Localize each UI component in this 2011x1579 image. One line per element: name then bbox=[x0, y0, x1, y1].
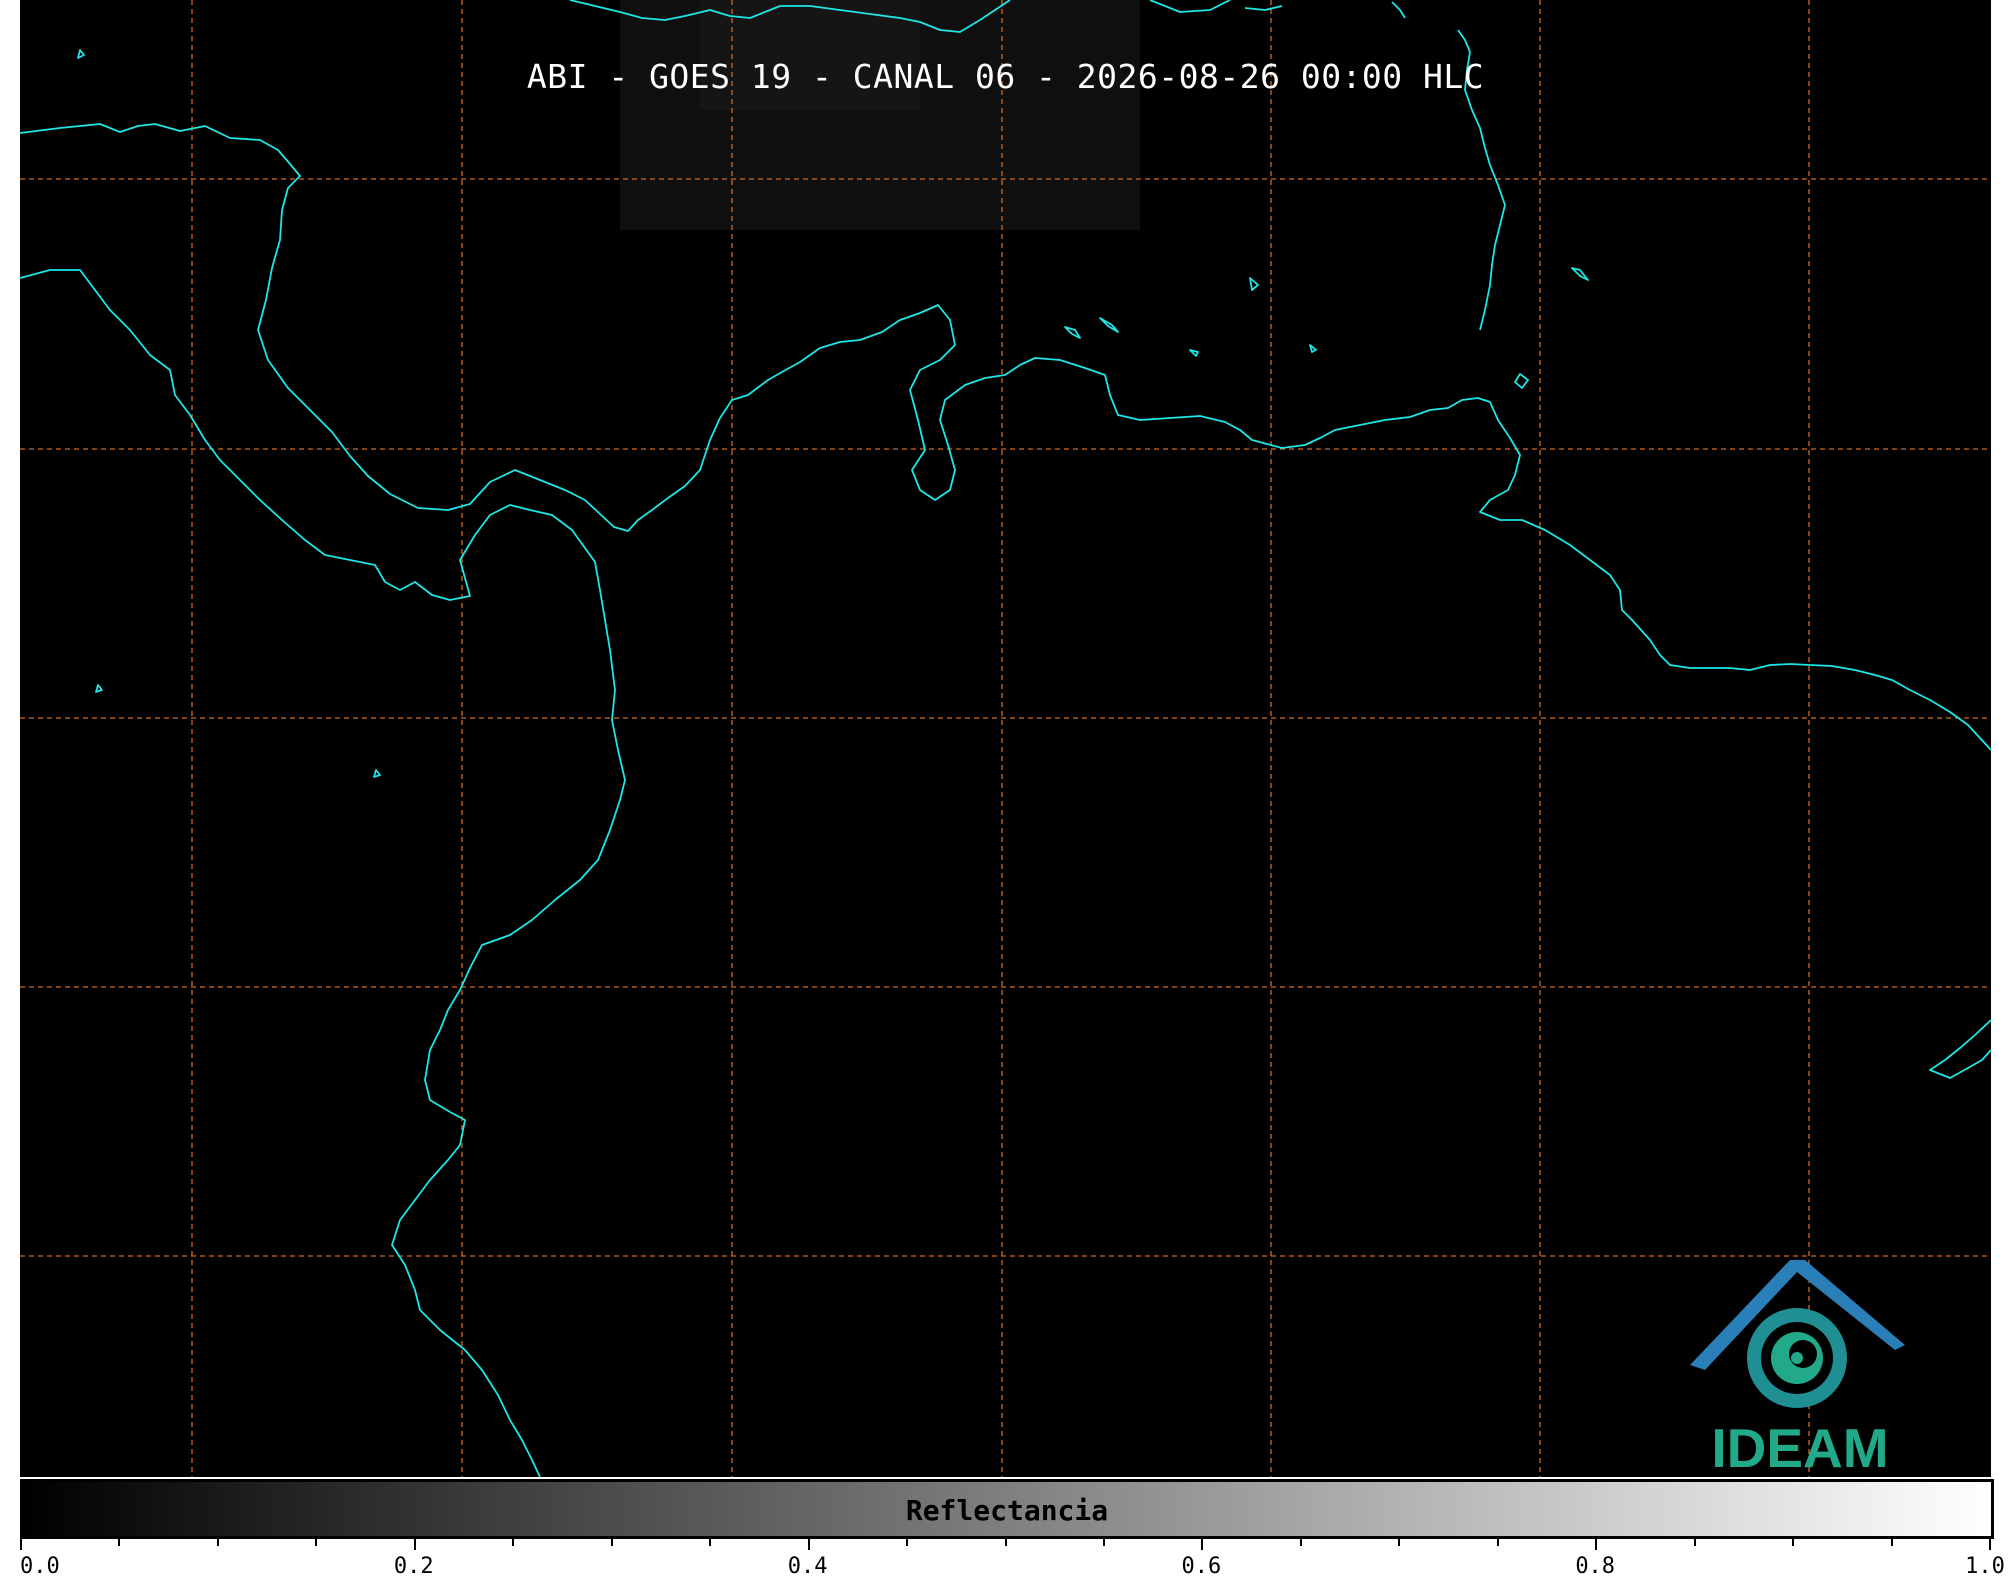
coastline-island bbox=[1099, 317, 1119, 333]
coastline-island bbox=[1189, 349, 1199, 357]
coastline-island bbox=[1391, 1, 1406, 19]
colorbar-minor-tick bbox=[1694, 1536, 1696, 1546]
colorbar-tick-label: 0.2 bbox=[393, 1554, 434, 1579]
colorbar-major-tick bbox=[414, 1536, 416, 1550]
coastline-ecuador bbox=[1929, 1019, 1991, 1079]
colorbar-minor-tick bbox=[1103, 1536, 1105, 1546]
colorbar-major-tick bbox=[808, 1536, 810, 1550]
coastline-island bbox=[1244, 5, 1283, 11]
colorbar-major-tick bbox=[1595, 1536, 1597, 1550]
colorbar-tick-label: 1.0 bbox=[1965, 1554, 2005, 1579]
coastline-island bbox=[1249, 277, 1259, 291]
colorbar-label: Reflectancia bbox=[905, 1494, 1109, 1527]
colorbar-minor-tick bbox=[1497, 1536, 1499, 1546]
colorbar-minor-tick bbox=[906, 1536, 908, 1546]
colorbar-tick-label: 0.4 bbox=[787, 1554, 828, 1579]
colorbar-minor-tick bbox=[1792, 1536, 1794, 1546]
coastline-island bbox=[373, 769, 381, 778]
colorbar-minor-tick bbox=[315, 1536, 317, 1546]
colorbar-major-tick bbox=[1201, 1536, 1203, 1550]
colorbar-minor-tick bbox=[611, 1536, 613, 1546]
colorbar-minor-tick bbox=[118, 1536, 120, 1546]
colorbar-major-tick bbox=[1989, 1536, 1991, 1550]
colorbar-minor-tick bbox=[709, 1536, 711, 1546]
colorbar-minor-tick bbox=[512, 1536, 514, 1546]
coastline-island bbox=[1309, 344, 1317, 353]
coastline-lesser-antilles bbox=[1457, 29, 1506, 331]
colorbar-major-tick bbox=[20, 1536, 22, 1550]
colorbar-ticks: 0.0 0.2 0.4 0.6 0.8 1.0 bbox=[20, 1536, 2005, 1579]
coastline-island bbox=[1514, 373, 1529, 389]
colorbar-minor-tick bbox=[1891, 1536, 1893, 1546]
colorbar-minor-tick bbox=[217, 1536, 219, 1546]
colorbar-tick-label: 0.8 bbox=[1575, 1554, 1616, 1579]
satellite-map: ABI - GOES 19 - CANAL 06 - 2026-08-26 00… bbox=[20, 0, 1991, 1477]
colorbar-minor-tick bbox=[1300, 1536, 1302, 1546]
coastline-island bbox=[1571, 267, 1589, 281]
coastline-island bbox=[95, 684, 103, 693]
colorbar: Reflectancia bbox=[20, 1479, 1994, 1539]
ideam-logo: IDEAM bbox=[1685, 1250, 1915, 1477]
coastline-pacific-central-america bbox=[20, 269, 626, 1477]
colorbar-tick-label: 0.6 bbox=[1181, 1554, 1222, 1579]
colorbar-minor-tick bbox=[1398, 1536, 1400, 1546]
coastline-puerto-rico bbox=[1149, 0, 1231, 13]
colorbar-minor-tick bbox=[1005, 1536, 1007, 1546]
coastline-island bbox=[1064, 326, 1081, 339]
ideam-emblem bbox=[1690, 1260, 1905, 1408]
logo-text: IDEAM bbox=[1711, 1417, 1889, 1477]
coastline-island bbox=[77, 49, 85, 59]
colorbar-tick-label: 0.0 bbox=[20, 1554, 60, 1579]
